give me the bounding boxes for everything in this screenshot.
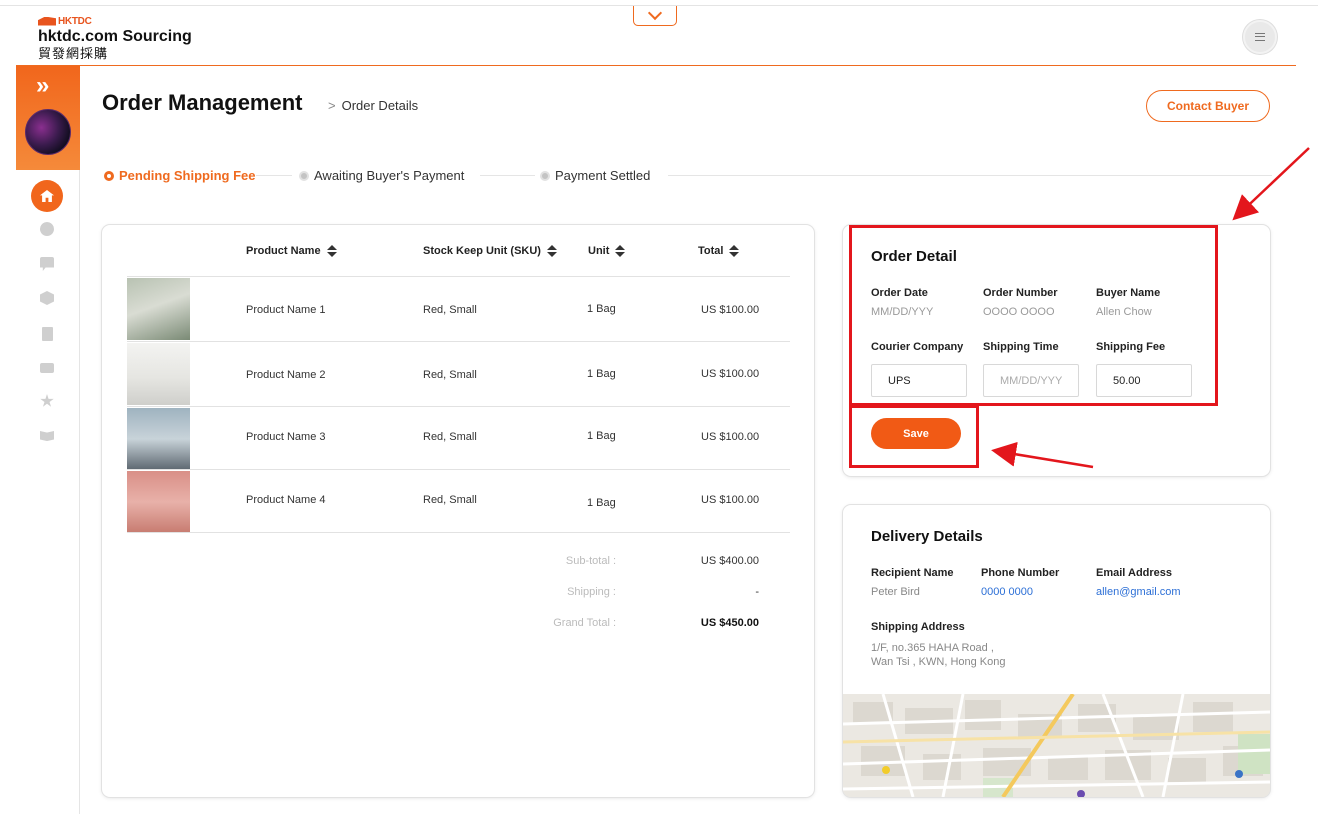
column-header-unit[interactable]: Unit [588,245,626,257]
step-connector [480,175,535,176]
shipping-value: - [755,586,759,598]
page-title: Order Management [102,90,303,115]
step-dot-icon [540,170,550,181]
star-icon[interactable] [40,394,54,407]
sort-icon [729,245,740,257]
table-row[interactable]: Product Name 4 Red, Small 1 Bag US $100.… [127,470,790,534]
product-total: US $100.00 [701,304,760,316]
product-unit: 1 Bag [587,430,616,442]
step-label: Payment Settled [555,168,651,183]
hktdc-logo[interactable]: HKTDC hktdc.com Sourcing 貿發網採購 [38,15,192,61]
shipping-address-label: Shipping Address [871,621,965,633]
table-row[interactable]: Product Name 3 Red, Small 1 Bag US $100.… [127,407,790,471]
grand-total-label: Grand Total : [553,617,616,629]
cash-icon[interactable] [40,363,54,373]
product-total: US $100.00 [701,368,760,380]
delivery-details-title: Delivery Details [871,528,983,545]
annotation-highlight-save [849,405,979,468]
step-label: Awaiting Buyer's Payment [314,168,465,183]
email-address-link[interactable]: allen@gmail.com [1096,586,1181,598]
step-label: Pending Shipping Fee [119,168,256,183]
logo-brand-text: HKTDC [58,15,92,27]
product-unit: 1 Bag [587,497,616,509]
box-icon[interactable] [40,291,54,305]
product-thumbnail [127,278,190,340]
delivery-map[interactable] [843,694,1270,797]
table-row[interactable]: Product Name 2 Red, Small 1 Bag US $100.… [127,342,790,406]
user-icon[interactable] [40,222,54,236]
recipient-name-value: Peter Bird [871,586,920,598]
sidebar: » [16,66,80,814]
product-sku: Red, Small [423,304,477,316]
subtotal-label: Sub-total : [565,555,616,567]
logo-title: hktdc.com Sourcing [38,28,192,45]
sort-icon [546,245,557,257]
product-thumbnail [127,408,190,470]
product-sku: Red, Small [423,369,477,381]
breadcrumb: > Order Details [328,98,418,113]
header-divider [16,65,1296,66]
shipping-label: Shipping : [567,586,616,598]
product-thumbnail [127,471,190,533]
annotation-highlight-order-detail [849,225,1218,406]
step-active-dot-icon [104,170,114,181]
sort-icon [326,245,337,257]
column-header-sku[interactable]: Stock Keep Unit (SKU) [423,245,557,257]
product-name: Product Name 3 [246,431,326,443]
product-name: Product Name 4 [246,494,326,506]
table-row[interactable]: Product Name 1 Red, Small 1 Bag US $100.… [127,277,790,341]
recipient-name-label: Recipient Name [871,567,954,579]
phone-number-label: Phone Number [981,567,1060,579]
product-unit: 1 Bag [587,303,616,315]
chevron-down-icon [647,5,663,21]
sidebar-item-home[interactable] [31,180,63,212]
grand-total-value: US $450.00 [700,617,759,629]
product-sku: Red, Small [423,494,477,506]
sort-icon [615,245,626,257]
document-icon[interactable] [42,327,53,341]
step-pending-shipping-fee: Pending Shipping Fee [104,168,256,183]
avatar[interactable] [25,109,71,155]
order-status-stepper: Pending Shipping Fee Awaiting Buyer's Pa… [102,166,1272,186]
row-divider [127,532,790,533]
phone-number-link[interactable]: 0000 0000 [981,586,1033,598]
expand-sidebar-icon[interactable]: » [36,74,50,98]
step-awaiting-payment: Awaiting Buyer's Payment [299,168,465,183]
chat-icon[interactable] [40,257,54,271]
top-dropdown-toggle[interactable] [633,5,677,26]
product-total: US $100.00 [701,431,760,443]
column-header-product-name[interactable]: Product Name [246,245,337,257]
product-unit: 1 Bag [587,368,616,380]
book-icon[interactable] [40,431,54,441]
product-name: Product Name 2 [246,369,326,381]
breadcrumb-current: Order Details [341,98,419,113]
product-name: Product Name 1 [246,304,326,316]
breadcrumb-separator: > [328,98,336,113]
step-payment-settled: Payment Settled [540,168,651,183]
product-total: US $100.00 [701,494,760,506]
home-icon [40,190,54,202]
product-sku: Red, Small [423,431,477,443]
product-table-card: Product Name Stock Keep Unit (SKU) Unit … [102,225,814,797]
delivery-details-card: Delivery Details Recipient Name Peter Bi… [843,505,1270,797]
column-header-total[interactable]: Total [698,245,740,257]
email-address-label: Email Address [1096,567,1173,579]
hktdc-flag-icon [38,16,56,26]
menu-button[interactable] [1243,20,1277,54]
sidebar-header: » [16,66,80,170]
header: HKTDC hktdc.com Sourcing 貿發網採購 [0,5,1318,66]
map-graphic [843,694,1270,797]
product-thumbnail [127,343,190,405]
shipping-address-value: 1/F, no.365 HAHA Road , Wan Tsi , KWN, H… [871,642,1006,668]
step-connector [252,175,292,176]
step-connector [668,175,1272,176]
contact-buyer-button[interactable]: Contact Buyer [1146,90,1270,122]
subtotal-value: US $400.00 [700,555,759,567]
hamburger-icon [1255,33,1265,41]
step-dot-icon [299,170,309,181]
logo-subtitle: 貿發網採購 [38,46,109,61]
